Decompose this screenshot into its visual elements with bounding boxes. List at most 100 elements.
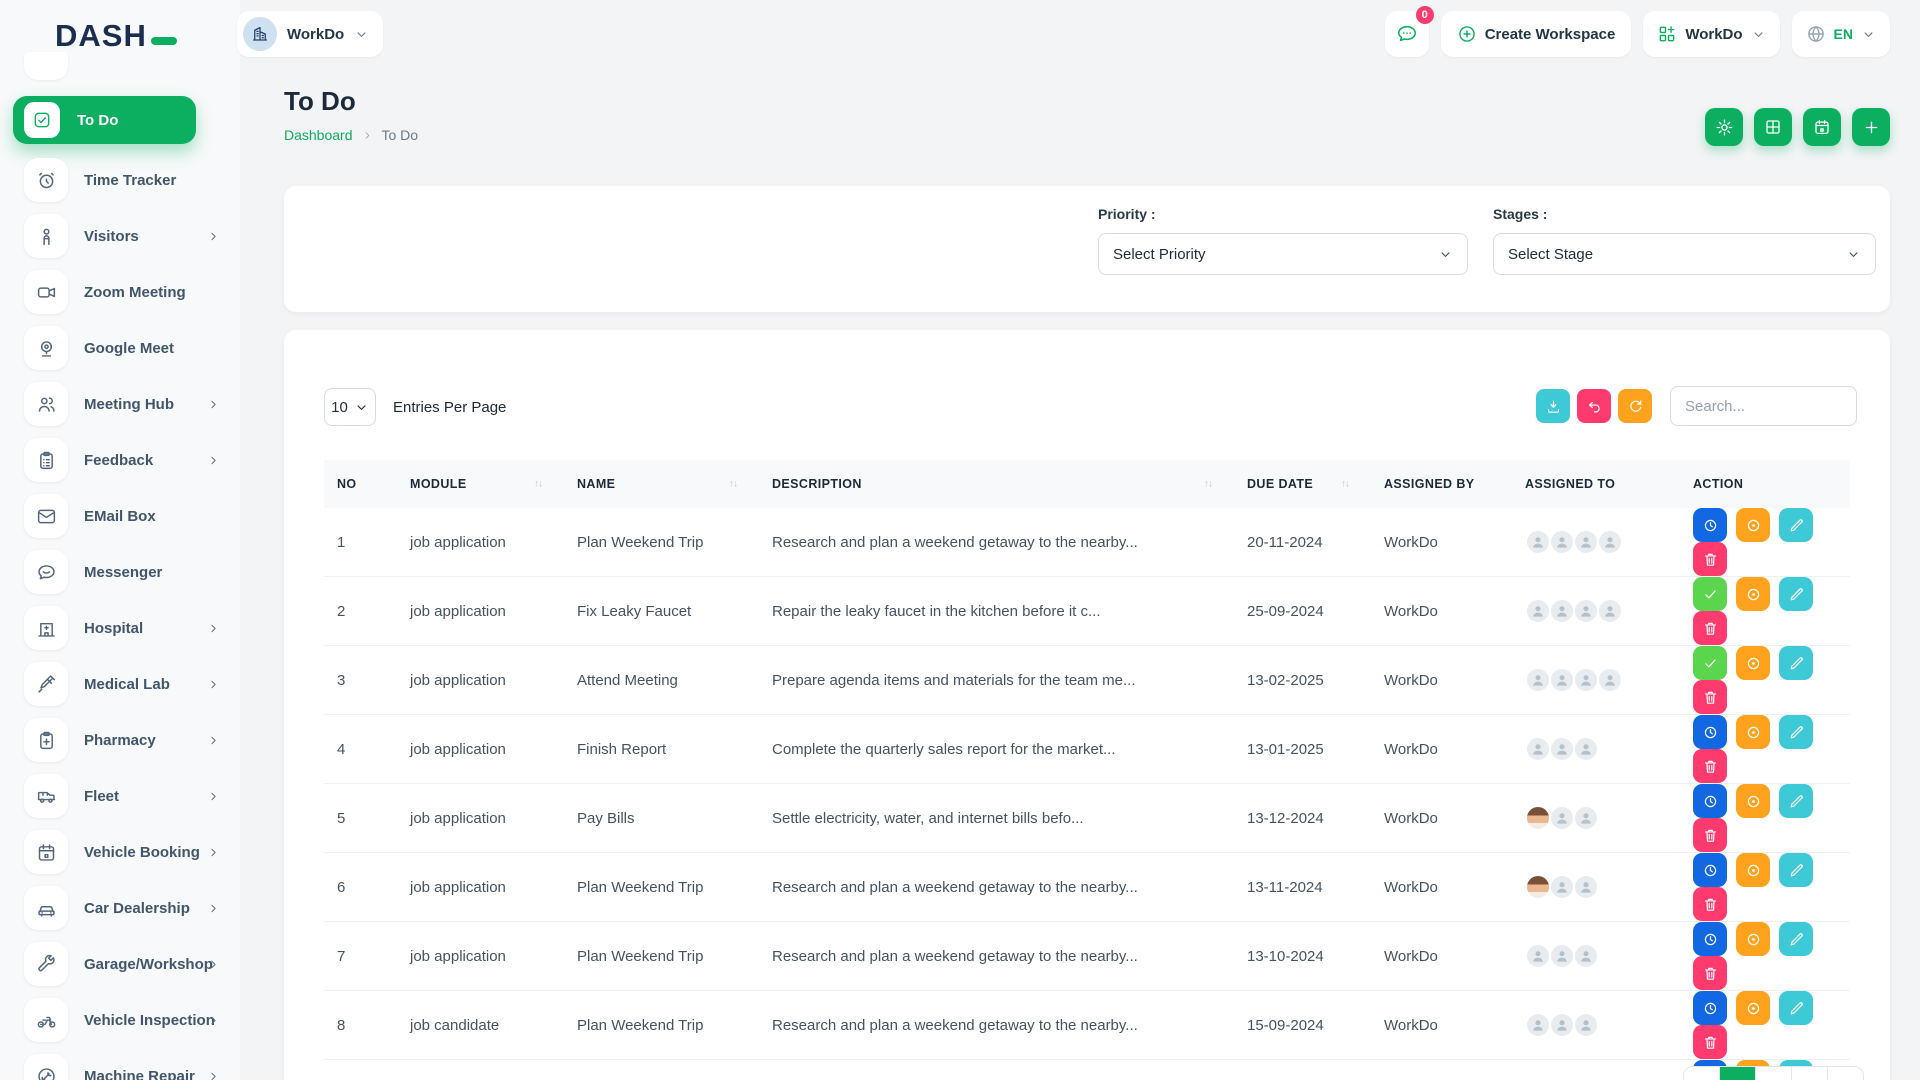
delete-action-button[interactable] xyxy=(1693,1025,1727,1059)
sidebar-item-to-do[interactable]: To Do xyxy=(13,96,196,144)
column-header-due-date[interactable]: DUE DATE↑↓ xyxy=(1234,460,1371,508)
edit-action-button[interactable] xyxy=(1779,715,1813,749)
logo-text: DASH xyxy=(55,18,147,54)
clock-action-button[interactable] xyxy=(1693,991,1727,1025)
messages-button[interactable]: 0 xyxy=(1385,11,1429,57)
clock-action-button[interactable] xyxy=(1693,715,1727,749)
view-action-button[interactable] xyxy=(1736,508,1770,542)
sidebar-item-time-tracker[interactable]: Time Tracker xyxy=(0,158,240,202)
assignee-placeholder-avatar xyxy=(1573,1012,1599,1038)
search-input[interactable] xyxy=(1670,386,1857,426)
clock-action-button[interactable] xyxy=(1693,508,1727,542)
workspace-switcher[interactable]: WorkDo xyxy=(1643,11,1779,57)
plus-icon xyxy=(1862,118,1881,137)
column-header-module[interactable]: MODULE↑↓ xyxy=(397,460,564,508)
edit-action-button[interactable] xyxy=(1779,577,1813,611)
edit-action-button[interactable] xyxy=(1779,922,1813,956)
sidebar-item-label: Google Meet xyxy=(84,340,174,357)
chevron-right-icon xyxy=(207,1070,220,1080)
delete-action-button[interactable] xyxy=(1693,887,1727,921)
column-header-name[interactable]: NAME↑↓ xyxy=(564,460,759,508)
pagination-segment[interactable] xyxy=(1684,1067,1719,1080)
view-action-button[interactable] xyxy=(1736,715,1770,749)
reset-button[interactable] xyxy=(1577,389,1611,423)
sidebar-item-car-dealership[interactable]: Car Dealership xyxy=(0,886,240,930)
view-action-button[interactable] xyxy=(1736,784,1770,818)
assignee-placeholder-avatar xyxy=(1525,736,1551,762)
trash-icon xyxy=(1702,1034,1719,1051)
delete-action-button[interactable] xyxy=(1693,611,1727,645)
pagination-segment[interactable] xyxy=(1791,1067,1827,1080)
hospital-building-icon xyxy=(24,606,68,650)
sidebar-item-machine-repair[interactable]: Machine Repair xyxy=(0,1054,240,1080)
clock-action-button[interactable] xyxy=(1693,784,1727,818)
assignee-placeholder-avatar xyxy=(1525,667,1551,693)
delete-action-button[interactable] xyxy=(1693,542,1727,576)
clock-action-button[interactable] xyxy=(1693,853,1727,887)
view-action-button[interactable] xyxy=(1736,646,1770,680)
cell-description: Repair the leaky faucet in the kitchen b… xyxy=(759,577,1234,646)
person-icon xyxy=(24,214,68,258)
table-row: 2job applicationFix Leaky FaucetRepair t… xyxy=(324,577,1850,646)
sidebar-item-label: Meeting Hub xyxy=(84,396,174,413)
entries-per-page-label: Entries Per Page xyxy=(393,399,506,416)
language-switcher[interactable]: EN xyxy=(1792,11,1890,57)
assignee-placeholder-avatar xyxy=(1573,529,1599,555)
clock-action-button[interactable] xyxy=(1693,922,1727,956)
column-header-description[interactable]: DESCRIPTION↑↓ xyxy=(759,460,1234,508)
pagination-segment[interactable] xyxy=(1755,1067,1791,1080)
breadcrumb: Dashboard To Do xyxy=(284,127,418,143)
sidebar-item-fleet[interactable]: Fleet xyxy=(0,774,240,818)
priority-select[interactable]: Select Priority xyxy=(1098,233,1468,275)
sidebar-item-visitors[interactable]: Visitors xyxy=(0,214,240,258)
van-icon xyxy=(24,774,68,818)
calendar-view-button[interactable] xyxy=(1803,108,1841,146)
view-action-button[interactable] xyxy=(1736,922,1770,956)
edit-action-button[interactable] xyxy=(1779,784,1813,818)
done-action-button[interactable] xyxy=(1693,646,1727,680)
edit-action-button[interactable] xyxy=(1779,853,1813,887)
sidebar-item-feedback[interactable]: Feedback xyxy=(0,438,240,482)
sidebar-item-medical-lab[interactable]: Medical Lab xyxy=(0,662,240,706)
workspace-building-icon xyxy=(243,17,277,51)
app-logo[interactable]: DASH xyxy=(55,18,177,54)
export-button[interactable] xyxy=(1536,389,1570,423)
sidebar-item-google-meet[interactable]: Google Meet xyxy=(0,326,240,370)
add-todo-button[interactable] xyxy=(1852,108,1890,146)
edit-action-button[interactable] xyxy=(1779,508,1813,542)
stage-select[interactable]: Select Stage xyxy=(1493,233,1876,275)
calendar-icon xyxy=(24,830,68,874)
workspace-pill[interactable]: WorkDo xyxy=(237,11,383,57)
edit-action-button[interactable] xyxy=(1779,991,1813,1025)
delete-action-button[interactable] xyxy=(1693,680,1727,714)
board-view-button[interactable] xyxy=(1754,108,1792,146)
pagination-segment[interactable] xyxy=(1827,1067,1863,1080)
sidebar-item-messenger[interactable]: Messenger xyxy=(0,550,240,594)
view-action-button[interactable] xyxy=(1736,853,1770,887)
sidebar-item-vehicle-inspection[interactable]: Vehicle Inspection xyxy=(0,998,240,1042)
settings-button[interactable] xyxy=(1705,108,1743,146)
sidebar-item-zoom-meeting[interactable]: Zoom Meeting xyxy=(0,270,240,314)
create-workspace-button[interactable]: Create Workspace xyxy=(1441,11,1632,57)
sidebar-item-meeting-hub[interactable]: Meeting Hub xyxy=(0,382,240,426)
sidebar-item-email-box[interactable]: EMail Box xyxy=(0,494,240,538)
entries-per-page-select[interactable]: 10 xyxy=(324,388,376,426)
trash-icon xyxy=(1702,965,1719,982)
done-action-button[interactable] xyxy=(1693,577,1727,611)
refresh-button[interactable] xyxy=(1618,389,1652,423)
view-action-button[interactable] xyxy=(1736,577,1770,611)
breadcrumb-dashboard[interactable]: Dashboard xyxy=(284,127,353,143)
delete-action-button[interactable] xyxy=(1693,749,1727,783)
sidebar-item-vehicle-booking[interactable]: Vehicle Booking xyxy=(0,830,240,874)
delete-action-button[interactable] xyxy=(1693,818,1727,852)
cell-name: Plan Weekend Trip xyxy=(564,853,759,922)
assignee-placeholder-avatar xyxy=(1573,805,1599,831)
sidebar-item-pharmacy[interactable]: Pharmacy xyxy=(0,718,240,762)
sidebar-item-garage-workshop[interactable]: Garage/Workshop xyxy=(0,942,240,986)
edit-action-button[interactable] xyxy=(1779,646,1813,680)
trash-icon xyxy=(1702,551,1719,568)
view-action-button[interactable] xyxy=(1736,991,1770,1025)
sidebar-item-hospital[interactable]: Hospital xyxy=(0,606,240,650)
delete-action-button[interactable] xyxy=(1693,956,1727,990)
pagination-page-active[interactable] xyxy=(1719,1067,1755,1080)
